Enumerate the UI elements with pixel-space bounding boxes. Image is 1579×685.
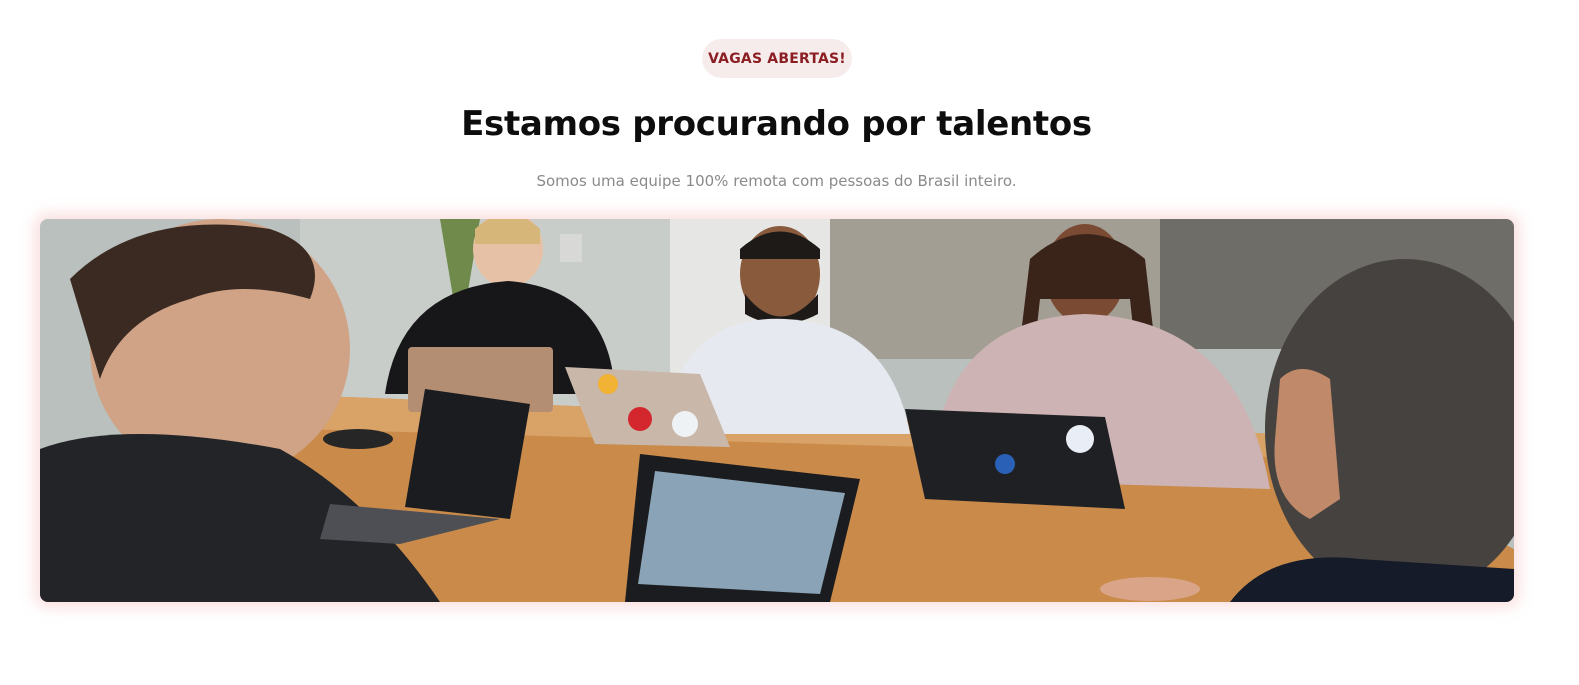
open-positions-badge: VAGAS ABERTAS! [702, 39, 852, 78]
careers-section: VAGAS ABERTAS! Estamos procurando por ta… [0, 0, 1579, 685]
section-title: Estamos procurando por talentos [461, 104, 1092, 144]
team-photo-illustration [40, 219, 1514, 602]
team-photo [40, 219, 1514, 602]
section-subtitle: Somos uma equipe 100% remota com pessoas… [536, 172, 1017, 190]
open-positions-badge-label: VAGAS ABERTAS! [708, 50, 846, 67]
